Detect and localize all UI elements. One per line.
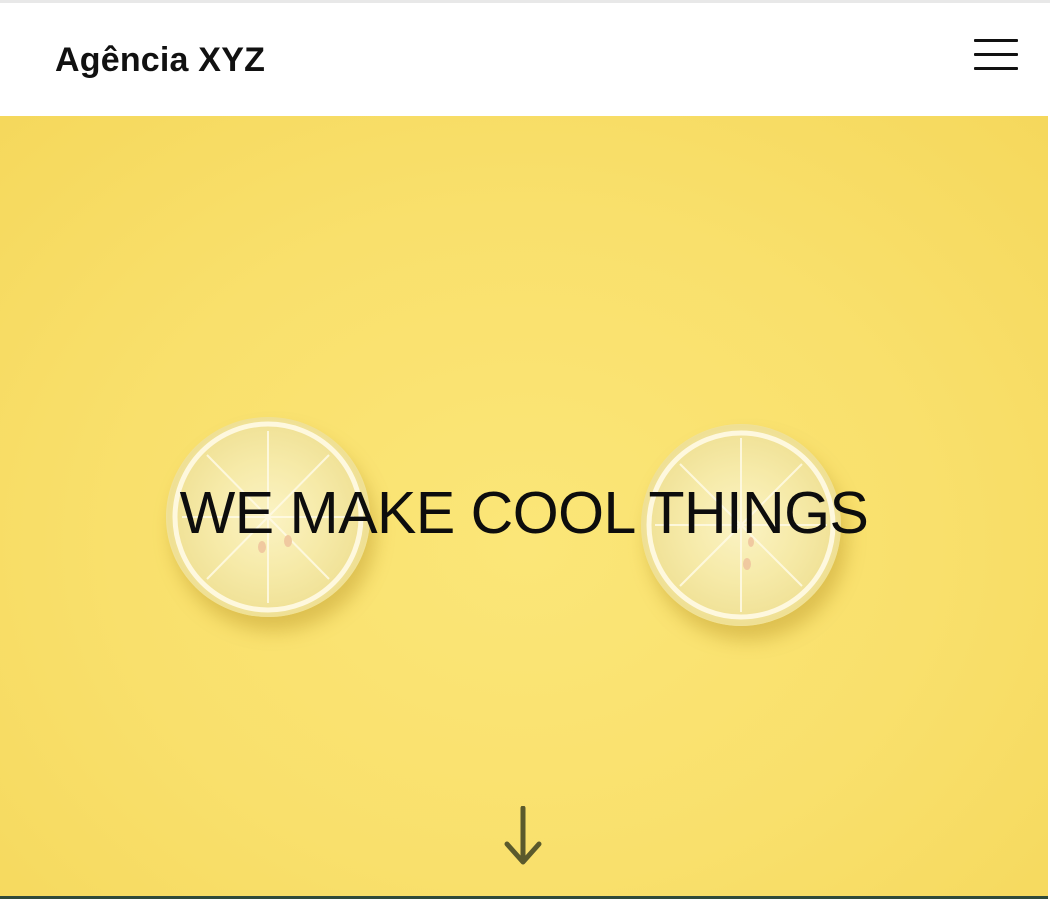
hamburger-menu-icon-bar [974,53,1018,56]
brand-logo-link[interactable]: Agência XYZ [55,41,265,80]
hamburger-menu-icon [974,39,1018,42]
arrow-down-icon [504,805,542,865]
hero-headline: WE MAKE COOL THINGS [179,480,869,546]
hero-section: WE MAKE COOL THINGS [0,116,1048,896]
page: Agência XYZ WE MAKE COOL THINGS [0,0,1050,899]
hamburger-menu-icon-bar [974,67,1018,70]
hamburger-menu-button[interactable] [968,31,1024,77]
site-header: Agência XYZ [0,3,1048,116]
scroll-down-button[interactable] [503,805,543,866]
